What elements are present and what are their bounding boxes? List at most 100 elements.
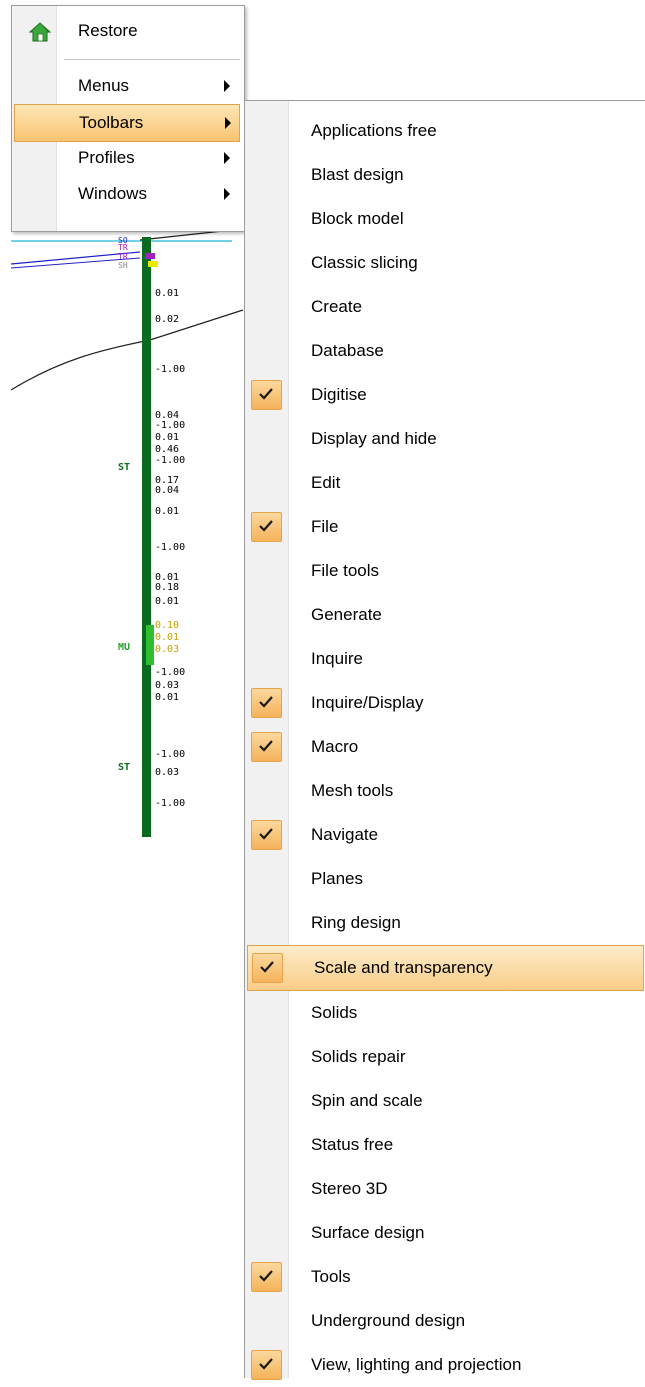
- menu-item-restore[interactable]: Restore: [14, 13, 240, 49]
- toolbar-item-file[interactable]: File: [245, 505, 645, 549]
- toolbar-item-mesh-tools[interactable]: Mesh tools: [245, 769, 645, 813]
- toolbar-item-file-tools[interactable]: File tools: [245, 549, 645, 593]
- drillhole-mu-zone: [146, 625, 154, 665]
- toolbar-item-label: Edit: [311, 473, 341, 492]
- toolbar-item-block-model[interactable]: Block model: [245, 197, 645, 241]
- toolbar-item-solids[interactable]: Solids: [245, 991, 645, 1035]
- toolbar-item-macro[interactable]: Macro: [245, 725, 645, 769]
- drillhole-value-label: -1.00: [155, 542, 185, 553]
- submenu-arrow-icon: [224, 152, 230, 164]
- toolbar-item-label: Surface design: [311, 1223, 425, 1242]
- toolbar-item-label: Ring design: [311, 913, 401, 932]
- toolbar-item-surface-design[interactable]: Surface design: [245, 1211, 645, 1255]
- toolbar-item-label: Digitise: [311, 385, 367, 404]
- toolbar-item-tools[interactable]: Tools: [245, 1255, 645, 1299]
- toolbar-item-generate[interactable]: Generate: [245, 593, 645, 637]
- toolbar-item-label: Solids: [311, 1003, 358, 1022]
- drillhole-value-label: 0.01: [155, 506, 179, 517]
- menu-item-label: Restore: [78, 21, 138, 40]
- toolbar-item-display-and-hide[interactable]: Display and hide: [245, 417, 645, 461]
- toolbar-item-label: Underground design: [311, 1311, 466, 1330]
- menu-item-menus[interactable]: Menus: [14, 68, 240, 104]
- toolbar-item-applications-free[interactable]: Applications free: [245, 109, 645, 153]
- toolbar-item-label: Inquire/Display: [311, 693, 424, 712]
- checkmark-icon: [252, 953, 283, 983]
- drillhole-value-label: -1.00: [155, 420, 185, 431]
- drillhole-value-label: 0.01: [155, 432, 179, 443]
- toolbar-item-stereo-3d[interactable]: Stereo 3D: [245, 1167, 645, 1211]
- toolbar-item-label: Tools: [311, 1267, 351, 1286]
- toolbar-item-inquire-display[interactable]: Inquire/Display: [245, 681, 645, 725]
- checkmark-icon: [251, 732, 282, 762]
- toolbar-item-digitise[interactable]: Digitise: [245, 373, 645, 417]
- toolbar-item-spin-and-scale[interactable]: Spin and scale: [245, 1079, 645, 1123]
- menu-item-windows[interactable]: Windows: [14, 176, 240, 212]
- drillhole-value-label: 0.03: [155, 644, 179, 655]
- toolbar-item-label: Display and hide: [311, 429, 437, 448]
- drillhole-value-label: 0.03: [155, 767, 179, 778]
- toolbar-item-label: Scale and transparency: [314, 958, 493, 977]
- drillhole-value-label: -1.00: [155, 455, 185, 466]
- toolbars-submenu: Applications free Blast design Block model…: [244, 100, 645, 1380]
- drillhole-value-label: 0.10: [155, 620, 179, 631]
- menu-item-label: Menus: [78, 76, 130, 95]
- drillhole-trace: [142, 237, 151, 837]
- drillhole-value-label: -1.00: [155, 749, 185, 760]
- menu-item-label: Profiles: [78, 148, 135, 167]
- drillhole-value-label: 0.46: [155, 444, 179, 455]
- drillhole-value-label: 0.02: [155, 314, 179, 325]
- drillhole-value-label: 0.01: [155, 632, 179, 643]
- toolbar-item-label: Create: [311, 297, 363, 316]
- toolbar-item-label: Status free: [311, 1135, 394, 1154]
- toolbar-item-planes[interactable]: Planes: [245, 857, 645, 901]
- toolbar-item-status-free[interactable]: Status free: [245, 1123, 645, 1167]
- menu-item-toolbars[interactable]: Toolbars: [14, 104, 240, 142]
- toolbar-item-label: Planes: [311, 869, 363, 888]
- toolbar-item-scale-and-transparency[interactable]: Scale and transparency: [247, 945, 644, 991]
- drillhole-value-label: 0.01: [155, 596, 179, 607]
- home-icon: [28, 22, 52, 42]
- submenu-arrow-icon: [225, 117, 231, 129]
- drillhole-code-label: MU: [118, 642, 130, 653]
- toolbar-item-edit[interactable]: Edit: [245, 461, 645, 505]
- drillhole-top-purple: [145, 253, 155, 259]
- checkmark-icon: [251, 380, 282, 410]
- context-menu: Restore Menus Toolbars Profiles Windows: [11, 5, 245, 232]
- toolbar-item-label: Solids repair: [311, 1047, 406, 1066]
- menu-item-label: Windows: [78, 184, 147, 203]
- menu-item-label: Toolbars: [79, 113, 144, 132]
- checkmark-icon: [251, 1262, 282, 1292]
- menu-item-profiles[interactable]: Profiles: [14, 140, 240, 176]
- checkmark-icon: [251, 1350, 282, 1380]
- toolbar-item-ring-design[interactable]: Ring design: [245, 901, 645, 945]
- drillhole-labels: 0.010.02-1.000.04-1.000.010.46-1.000.170…: [118, 236, 185, 809]
- toolbar-item-create[interactable]: Create: [245, 285, 645, 329]
- toolbar-item-label: Blast design: [311, 165, 404, 184]
- toolbar-item-database[interactable]: Database: [245, 329, 645, 373]
- drillhole-value-label: -1.00: [155, 667, 185, 678]
- toolbar-item-view-lighting-and-projection[interactable]: View, lighting and projection: [245, 1343, 645, 1387]
- toolbar-item-label: Database: [311, 341, 384, 360]
- drillhole-top-code-label: TR: [118, 252, 128, 261]
- drillhole-top-code-label: TR: [118, 243, 128, 252]
- toolbar-item-label: Macro: [311, 737, 359, 756]
- toolbar-item-underground-design[interactable]: Underground design: [245, 1299, 645, 1343]
- drillhole-value-label: 0.18: [155, 582, 179, 593]
- checkmark-icon: [251, 512, 282, 542]
- toolbar-item-label: Generate: [311, 605, 382, 624]
- toolbar-item-navigate[interactable]: Navigate: [245, 813, 645, 857]
- toolbar-item-classic-slicing[interactable]: Classic slicing: [245, 241, 645, 285]
- toolbar-item-inquire[interactable]: Inquire: [245, 637, 645, 681]
- drillhole-value-label: 0.03: [155, 680, 179, 691]
- checkmark-icon: [251, 688, 282, 718]
- drillhole-value-label: -1.00: [155, 798, 185, 809]
- toolbar-item-blast-design[interactable]: Blast design: [245, 153, 645, 197]
- toolbar-item-label: Mesh tools: [311, 781, 394, 800]
- toolbar-item-label: Navigate: [311, 825, 379, 844]
- submenu-arrow-icon: [224, 188, 230, 200]
- drillhole-code-label: ST: [118, 462, 130, 473]
- toolbar-item-label: File tools: [311, 561, 380, 580]
- toolbar-item-solids-repair[interactable]: Solids repair: [245, 1035, 645, 1079]
- drillhole-code-label: ST: [118, 762, 130, 773]
- drillhole-top-yellow: [148, 261, 158, 267]
